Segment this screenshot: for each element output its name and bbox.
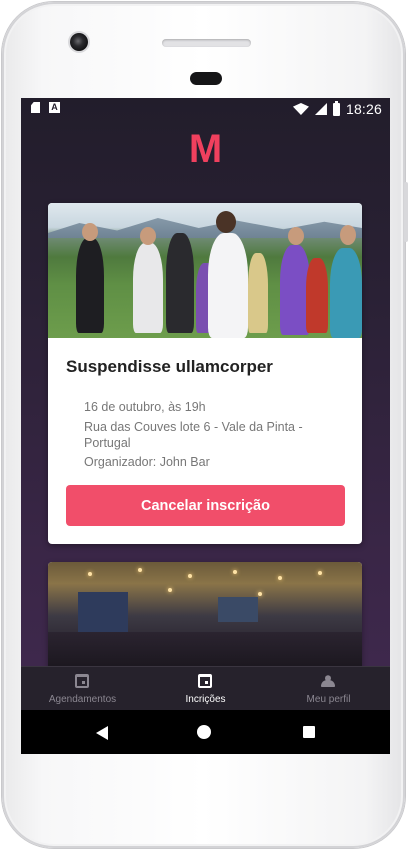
system-navigation-bar (21, 710, 390, 754)
event-date: 16 de outubro, às 19h (84, 400, 206, 414)
nav-item-meu-perfil[interactable]: Meu perfil (267, 667, 390, 711)
calendar-icon (75, 674, 89, 688)
signal-icon (314, 103, 327, 115)
nav-label: Incrições (185, 694, 226, 705)
notification-a-icon: A (49, 102, 60, 113)
home-icon[interactable] (197, 725, 211, 739)
power-button (404, 182, 408, 242)
event-image (48, 203, 362, 338)
event-title: Suspendisse ullamcorper (66, 357, 273, 376)
event-image (48, 562, 362, 682)
bottom-navigation: Agendamentos Incrições Meu perfil (21, 666, 390, 711)
phone-frame: A 18:26 M Suspendisse ullamcorper 16 de … (2, 2, 408, 848)
status-time: 18:26 (345, 101, 382, 117)
nav-item-agendamentos[interactable]: Agendamentos (21, 667, 144, 711)
earpiece-speaker (162, 39, 251, 47)
nav-label: Agendamentos (48, 694, 117, 705)
app-logo: M (188, 127, 223, 171)
calendar-check-icon (198, 674, 212, 688)
nav-item-inscricoes[interactable]: Incrições (144, 667, 267, 711)
event-address: Rua das Couves lote 6 - Vale da Pinta - … (84, 420, 303, 450)
phone-screen: A 18:26 M Suspendisse ullamcorper 16 de … (21, 98, 390, 754)
event-organizer: Organizador: John Bar (84, 455, 210, 469)
status-bar: A 18:26 (21, 98, 390, 120)
front-camera (70, 33, 88, 51)
cancel-registration-button[interactable]: Cancelar inscrição (66, 485, 345, 526)
recent-apps-icon[interactable] (303, 726, 315, 738)
sd-card-icon (31, 102, 40, 113)
battery-charging-icon (332, 100, 340, 116)
back-icon[interactable] (96, 726, 108, 740)
proximity-sensor (190, 72, 222, 85)
wifi-icon (292, 103, 309, 115)
event-card[interactable]: Suspendisse ullamcorper 16 de outubro, à… (48, 203, 362, 544)
event-card[interactable] (48, 562, 362, 682)
nav-label: Meu perfil (306, 694, 351, 705)
